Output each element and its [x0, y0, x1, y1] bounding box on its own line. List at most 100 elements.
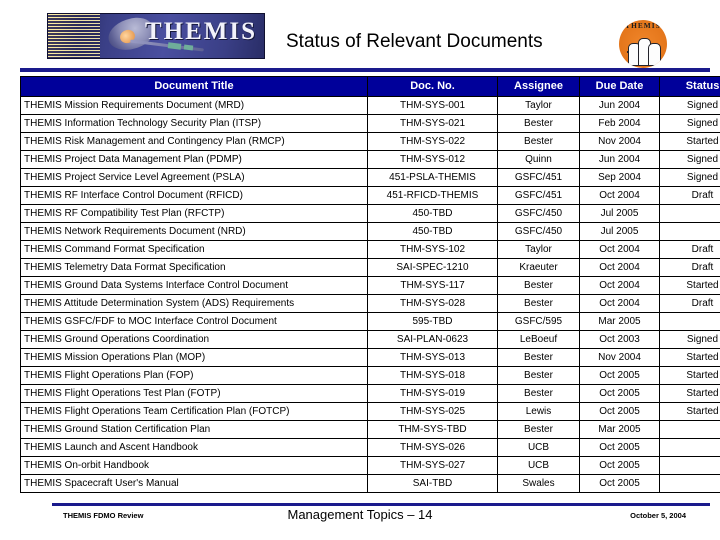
cell-document-title: THEMIS Mission Operations Plan (MOP)	[20, 348, 368, 367]
cell-assignee: GSFC/451	[497, 168, 580, 187]
column-header-assignee[interactable]: Assignee	[497, 76, 580, 97]
cell-due-date: Oct 2004	[579, 294, 660, 313]
table-row[interactable]: THEMIS Ground Station Certification Plan…	[20, 420, 720, 439]
cell-due-date: Nov 2004	[579, 132, 660, 151]
table-row[interactable]: THEMIS Information Technology Security P…	[20, 114, 720, 133]
table-row[interactable]: THEMIS Flight Operations Plan (FOP) THM-S…	[20, 366, 720, 385]
column-header-due-date[interactable]: Due Date	[579, 76, 660, 97]
cell-doc-no: THM-SYS-013	[367, 348, 498, 367]
cell-doc-no: 450-TBD	[367, 204, 498, 223]
cell-due-date: Oct 2005	[579, 474, 660, 493]
table-row[interactable]: THEMIS Spacecraft User's Manual SAI-TBD Sw…	[20, 474, 720, 493]
cell-assignee: GSFC/451	[497, 186, 580, 205]
table-header-row: Document Title Doc. No. Assignee Due Dat…	[20, 76, 720, 97]
footer-center-text: Management Topics – 14	[287, 507, 433, 522]
cell-assignee: Taylor	[497, 240, 580, 259]
table-row[interactable]: THEMIS Flight Operations Test Plan (FOTP…	[20, 384, 720, 403]
cell-status: Started	[659, 276, 720, 295]
cell-doc-no: THM-SYS-027	[367, 456, 498, 475]
table-row[interactable]: THEMIS Telemetry Data Format Specificati…	[20, 258, 720, 277]
cell-due-date: Sep 2004	[579, 168, 660, 187]
cell-due-date: Oct 2005	[579, 456, 660, 475]
table-row[interactable]: THEMIS RF Compatibility Test Plan (RFCTP…	[20, 204, 720, 223]
table-row[interactable]: THEMIS Attitude Determination System (AD…	[20, 294, 720, 313]
cell-status	[659, 474, 720, 493]
cell-document-title: THEMIS Flight Operations Test Plan (FOTP…	[20, 384, 368, 403]
cell-doc-no: THM-SYS-001	[367, 96, 498, 115]
table-row[interactable]: THEMIS Ground Data Systems Interface Con…	[20, 276, 720, 295]
cell-doc-no: THM-SYS-021	[367, 114, 498, 133]
cell-due-date: Oct 2004	[579, 186, 660, 205]
cell-status	[659, 420, 720, 439]
cell-status	[659, 204, 720, 223]
cell-doc-no: THM-SYS-102	[367, 240, 498, 259]
cell-status: Started	[659, 402, 720, 421]
cell-assignee: Kraeuter	[497, 258, 580, 277]
slide-header: THEMIS Status of Relevant Documents THEM…	[0, 0, 720, 72]
cell-status: Started	[659, 384, 720, 403]
cell-due-date: Jul 2005	[579, 222, 660, 241]
cell-status: Draft	[659, 240, 720, 259]
cell-doc-no: THM-SYS-012	[367, 150, 498, 169]
table-row[interactable]: THEMIS Project Data Management Plan (PDM…	[20, 150, 720, 169]
cell-document-title: THEMIS Launch and Ascent Handbook	[20, 438, 368, 457]
cell-document-title: THEMIS Ground Station Certification Plan	[20, 420, 368, 439]
table-row[interactable]: THEMIS Network Requirements Document (NR…	[20, 222, 720, 241]
column-header-doc-no[interactable]: Doc. No.	[367, 76, 498, 97]
cell-assignee: UCB	[497, 438, 580, 457]
cell-doc-no: THM-SYS-019	[367, 384, 498, 403]
table-row[interactable]: THEMIS On-orbit Handbook THM-SYS-027 UCB Oc…	[20, 456, 720, 475]
cell-status: Signed	[659, 168, 720, 187]
cell-document-title: THEMIS Ground Operations Coordination	[20, 330, 368, 349]
footer-right-text: October 5, 2004	[630, 511, 686, 520]
cell-document-title: THEMIS GSFC/FDF to MOC Interface Control…	[20, 312, 368, 331]
cell-status: Started	[659, 348, 720, 367]
cell-status: Signed	[659, 96, 720, 115]
cell-assignee: Bester	[497, 294, 580, 313]
cell-assignee: GSFC/450	[497, 222, 580, 241]
cell-status: Signed	[659, 330, 720, 349]
table-row[interactable]: THEMIS Ground Operations Coordination SAI…	[20, 330, 720, 349]
cell-status	[659, 222, 720, 241]
cell-due-date: Nov 2004	[579, 348, 660, 367]
table-body: THEMIS Mission Requirements Document (MR…	[20, 96, 720, 493]
cell-due-date: Oct 2005	[579, 366, 660, 385]
cell-due-date: Oct 2004	[579, 258, 660, 277]
cell-document-title: THEMIS Flight Operations Team Certificat…	[20, 402, 368, 421]
cell-status	[659, 456, 720, 475]
cell-assignee: LeBoeuf	[497, 330, 580, 349]
cell-assignee: Bester	[497, 114, 580, 133]
cell-doc-no: 451-RFICD-THEMIS	[367, 186, 498, 205]
cell-due-date: Jun 2004	[579, 150, 660, 169]
table-row[interactable]: THEMIS Command Format Specification THM-S…	[20, 240, 720, 259]
table-row[interactable]: THEMIS GSFC/FDF to MOC Interface Control…	[20, 312, 720, 331]
table-row[interactable]: THEMIS Mission Requirements Document (MR…	[20, 96, 720, 115]
cell-doc-no: THM-SYS-026	[367, 438, 498, 457]
table-row[interactable]: THEMIS Mission Operations Plan (MOP) THM-…	[20, 348, 720, 367]
cell-doc-no: 595-TBD	[367, 312, 498, 331]
cell-doc-no: 451-PSLA-THEMIS	[367, 168, 498, 187]
table-row[interactable]: THEMIS RF Interface Control Document (RF…	[20, 186, 720, 205]
cell-document-title: THEMIS On-orbit Handbook	[20, 456, 368, 475]
cell-due-date: Oct 2005	[579, 384, 660, 403]
cell-due-date: Oct 2005	[579, 402, 660, 421]
cell-assignee: Lewis	[497, 402, 580, 421]
cell-doc-no: SAI-PLAN-0623	[367, 330, 498, 349]
cell-assignee: Bester	[497, 348, 580, 367]
column-header-document-title[interactable]: Document Title	[20, 76, 368, 97]
cell-assignee: Quinn	[497, 150, 580, 169]
cell-assignee: Swales	[497, 474, 580, 493]
cell-status: Started	[659, 132, 720, 151]
emblem-label: THEMIS	[625, 22, 661, 30]
table-row[interactable]: THEMIS Risk Management and Contingency P…	[20, 132, 720, 151]
cell-assignee: GSFC/450	[497, 204, 580, 223]
column-header-status[interactable]: Status	[659, 76, 720, 97]
table-row[interactable]: THEMIS Launch and Ascent Handbook THM-SYS…	[20, 438, 720, 457]
cell-document-title: THEMIS Telemetry Data Format Specificati…	[20, 258, 368, 277]
table-row[interactable]: THEMIS Flight Operations Team Certificat…	[20, 402, 720, 421]
cell-status: Started	[659, 366, 720, 385]
table-row[interactable]: THEMIS Project Service Level Agreement (…	[20, 168, 720, 187]
cell-document-title: THEMIS RF Interface Control Document (RF…	[20, 186, 368, 205]
cell-due-date: Oct 2004	[579, 240, 660, 259]
cell-status: Draft	[659, 294, 720, 313]
